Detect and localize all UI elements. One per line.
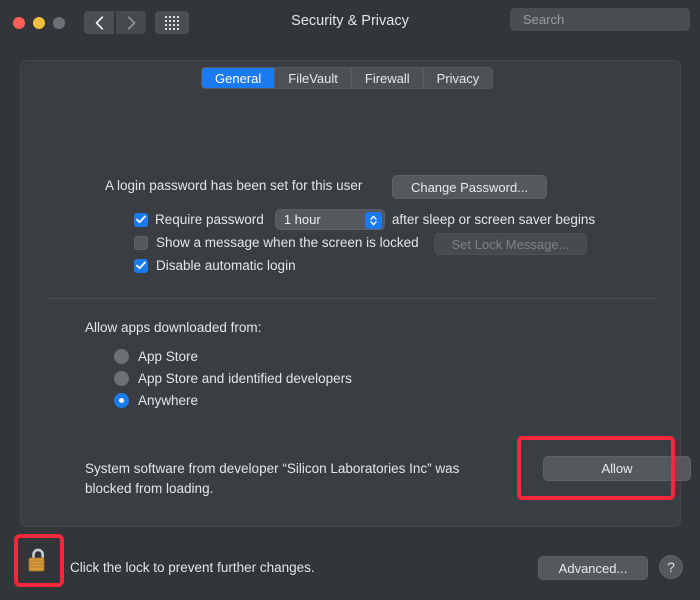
section-divider bbox=[46, 298, 656, 299]
radio-anywhere[interactable] bbox=[114, 392, 129, 408]
disable-auto-login-label: Disable automatic login bbox=[156, 258, 296, 273]
allow-button[interactable]: Allow bbox=[543, 456, 691, 481]
checkmark-icon bbox=[136, 215, 146, 224]
blocked-software-message: System software from developer “Silicon … bbox=[85, 461, 460, 497]
tab-privacy[interactable]: Privacy bbox=[423, 68, 493, 88]
require-password-checkbox[interactable] bbox=[134, 212, 148, 227]
disable-auto-login-row: Disable automatic login bbox=[134, 258, 296, 273]
gatekeeper-option-label: App Store bbox=[138, 348, 199, 364]
help-button[interactable]: ? bbox=[659, 555, 683, 579]
change-password-button[interactable]: Change Password... bbox=[392, 175, 547, 199]
gatekeeper-option-label: App Store and identified developers bbox=[138, 370, 352, 386]
lock-caption: Click the lock to prevent further change… bbox=[70, 560, 315, 575]
require-password-row: Require password 1 hour after sleep or s… bbox=[134, 209, 595, 230]
require-password-delay-value: 1 hour bbox=[283, 212, 321, 227]
radio-app-store[interactable] bbox=[114, 348, 129, 364]
lock-button[interactable] bbox=[22, 542, 54, 580]
disable-auto-login-checkbox[interactable] bbox=[134, 258, 148, 273]
gatekeeper-option-app-store[interactable]: App Store bbox=[114, 345, 352, 367]
tab-firewall[interactable]: Firewall bbox=[351, 68, 424, 88]
window-titlebar: Security & Privacy bbox=[0, 0, 700, 45]
show-lock-message-label: Show a message when the screen is locked bbox=[156, 235, 419, 250]
chevron-updown-icon bbox=[364, 211, 382, 229]
radio-app-store-identified-developers[interactable] bbox=[114, 370, 129, 386]
preference-tabs: General FileVault Firewall Privacy bbox=[201, 67, 494, 89]
preferences-content-panel: General FileVault Firewall Privacy A log… bbox=[20, 60, 691, 527]
show-lock-message-row: Show a message when the screen is locked bbox=[134, 235, 419, 250]
gatekeeper-option-anywhere[interactable]: Anywhere bbox=[114, 389, 352, 411]
require-password-label: Require password bbox=[155, 212, 264, 227]
login-password-status: A login password has been set for this u… bbox=[105, 178, 363, 193]
gatekeeper-heading: Allow apps downloaded from: bbox=[85, 320, 262, 335]
show-lock-message-checkbox[interactable] bbox=[134, 235, 148, 250]
search-input[interactable] bbox=[523, 12, 699, 27]
search-field[interactable] bbox=[510, 8, 699, 31]
padlock-open-icon bbox=[28, 548, 45, 572]
checkmark-icon bbox=[136, 261, 146, 270]
gatekeeper-options: App Store App Store and identified devel… bbox=[114, 345, 352, 411]
gatekeeper-option-app-store-and-identified-developers[interactable]: App Store and identified developers bbox=[114, 367, 352, 389]
tab-general[interactable]: General bbox=[202, 68, 276, 88]
security-privacy-window: Security & Privacy General FileVault Fir… bbox=[0, 0, 700, 600]
require-password-suffix: after sleep or screen saver begins bbox=[391, 212, 596, 227]
gatekeeper-option-label: Anywhere bbox=[138, 392, 199, 408]
require-password-delay-select[interactable]: 1 hour bbox=[274, 209, 385, 230]
advanced-button[interactable]: Advanced... bbox=[538, 556, 648, 580]
tab-filevault[interactable]: FileVault bbox=[275, 68, 352, 88]
set-lock-message-button[interactable]: Set Lock Message... bbox=[434, 233, 587, 255]
